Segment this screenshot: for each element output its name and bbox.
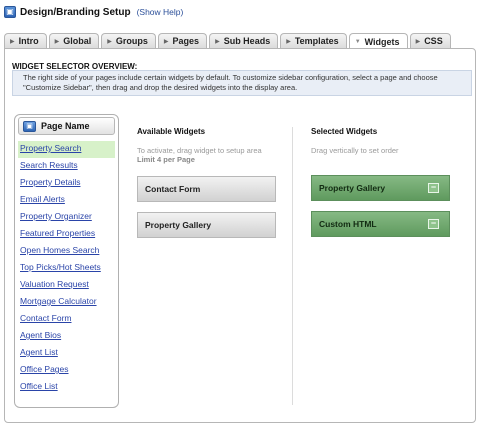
- page-link-office-list[interactable]: Office List: [18, 379, 115, 396]
- page-link-office-pages[interactable]: Office Pages: [18, 362, 115, 379]
- available-widget-contact-form[interactable]: Contact Form: [137, 176, 276, 202]
- tab-arrow-icon: ▶: [163, 38, 169, 45]
- available-widget-property-gallery[interactable]: Property Gallery: [137, 212, 276, 238]
- page-link-open-homes-search[interactable]: Open Homes Search: [18, 243, 115, 260]
- page-link-agent-bios[interactable]: Agent Bios: [18, 328, 115, 345]
- tab-label: Sub Heads: [223, 36, 271, 46]
- page-link-property-organizer[interactable]: Property Organizer: [18, 209, 115, 226]
- page-header: ▣ Design/Branding Setup (Show Help): [4, 6, 183, 18]
- remove-widget-icon[interactable]: −: [428, 219, 439, 229]
- page-link-valuation-request[interactable]: Valuation Request: [18, 277, 115, 294]
- page-name-header: ▣ Page Name: [18, 117, 115, 135]
- page-link-search-results[interactable]: Search Results: [18, 158, 115, 175]
- tab-arrow-icon: ▶: [107, 38, 112, 45]
- column-divider: [292, 127, 293, 405]
- selected-widget-custom-html[interactable]: Custom HTML −: [311, 211, 450, 237]
- tab-label: Pages: [172, 36, 200, 46]
- overview-text: The right side of your pages include cer…: [12, 70, 472, 96]
- tab-arrow-icon: ▶: [10, 38, 15, 45]
- tab-groups[interactable]: ▶ Groups: [101, 33, 156, 48]
- tab-widgets[interactable]: ▼ Widgets: [348, 33, 408, 49]
- browser-window-icon: ▣: [23, 120, 36, 132]
- tab-label: Global: [63, 36, 92, 46]
- page-link-top-picks[interactable]: Top Picks/Hot Sheets: [18, 260, 115, 277]
- remove-widget-icon[interactable]: −: [428, 183, 439, 193]
- selected-widgets-instruction: Drag vertically to set order: [311, 146, 399, 155]
- tab-label: Widgets: [364, 36, 400, 47]
- tab-css[interactable]: ▶ CSS: [409, 33, 451, 48]
- widget-limit-text: Limit 4 per Page: [137, 155, 195, 164]
- page-link-mortgage-calculator[interactable]: Mortgage Calculator: [18, 294, 115, 311]
- tab-label: CSS: [424, 36, 443, 46]
- selected-widget-property-gallery[interactable]: Property Gallery −: [311, 175, 450, 201]
- show-help-link[interactable]: (Show Help): [137, 7, 184, 17]
- page-link-email-alerts[interactable]: Email Alerts: [18, 192, 115, 209]
- selected-widgets-title: Selected Widgets: [311, 127, 378, 136]
- tab-arrow-icon: ▶: [415, 38, 421, 45]
- page-link-contact-form[interactable]: Contact Form: [18, 311, 115, 328]
- browser-window-icon: ▣: [4, 6, 16, 18]
- available-widgets-title: Available Widgets: [137, 127, 206, 136]
- tab-global[interactable]: ▶ Global: [48, 33, 100, 48]
- selected-widget-label: Custom HTML: [319, 219, 377, 229]
- tab-arrow-down-icon: ▼: [354, 38, 361, 45]
- available-widgets-instructions: To activate, drag widget to setup area L…: [137, 146, 262, 164]
- tab-sub-heads[interactable]: ▶ Sub Heads: [209, 33, 279, 48]
- page-link-agent-list[interactable]: Agent List: [18, 345, 115, 362]
- tab-intro[interactable]: ▶ Intro: [4, 33, 47, 48]
- page-title: Design/Branding Setup: [20, 6, 131, 18]
- page-name-title: Page Name: [41, 121, 90, 131]
- page-link-property-details[interactable]: Property Details: [18, 175, 115, 192]
- tab-arrow-icon: ▶: [286, 38, 291, 45]
- page-link-featured-properties[interactable]: Featured Properties: [18, 226, 115, 243]
- tab-label: Groups: [115, 36, 148, 46]
- tab-templates[interactable]: ▶ Templates: [280, 33, 347, 48]
- tab-label: Templates: [294, 36, 339, 46]
- tab-arrow-icon: ▶: [54, 38, 60, 45]
- page-link-property-search[interactable]: Property Search: [18, 141, 115, 158]
- tab-bar: ▶ Intro ▶ Global ▶ Groups ▶ Pages ▶ Sub Heads…: [4, 33, 453, 49]
- tab-arrow-icon: ▶: [215, 38, 220, 45]
- tab-pages[interactable]: ▶ Pages: [157, 33, 208, 48]
- page-list: Property Search Search Results Property …: [18, 141, 115, 396]
- selected-widget-label: Property Gallery: [319, 183, 386, 193]
- tab-label: Intro: [18, 36, 39, 46]
- available-widgets-instruction-text: To activate, drag widget to setup area: [137, 146, 262, 155]
